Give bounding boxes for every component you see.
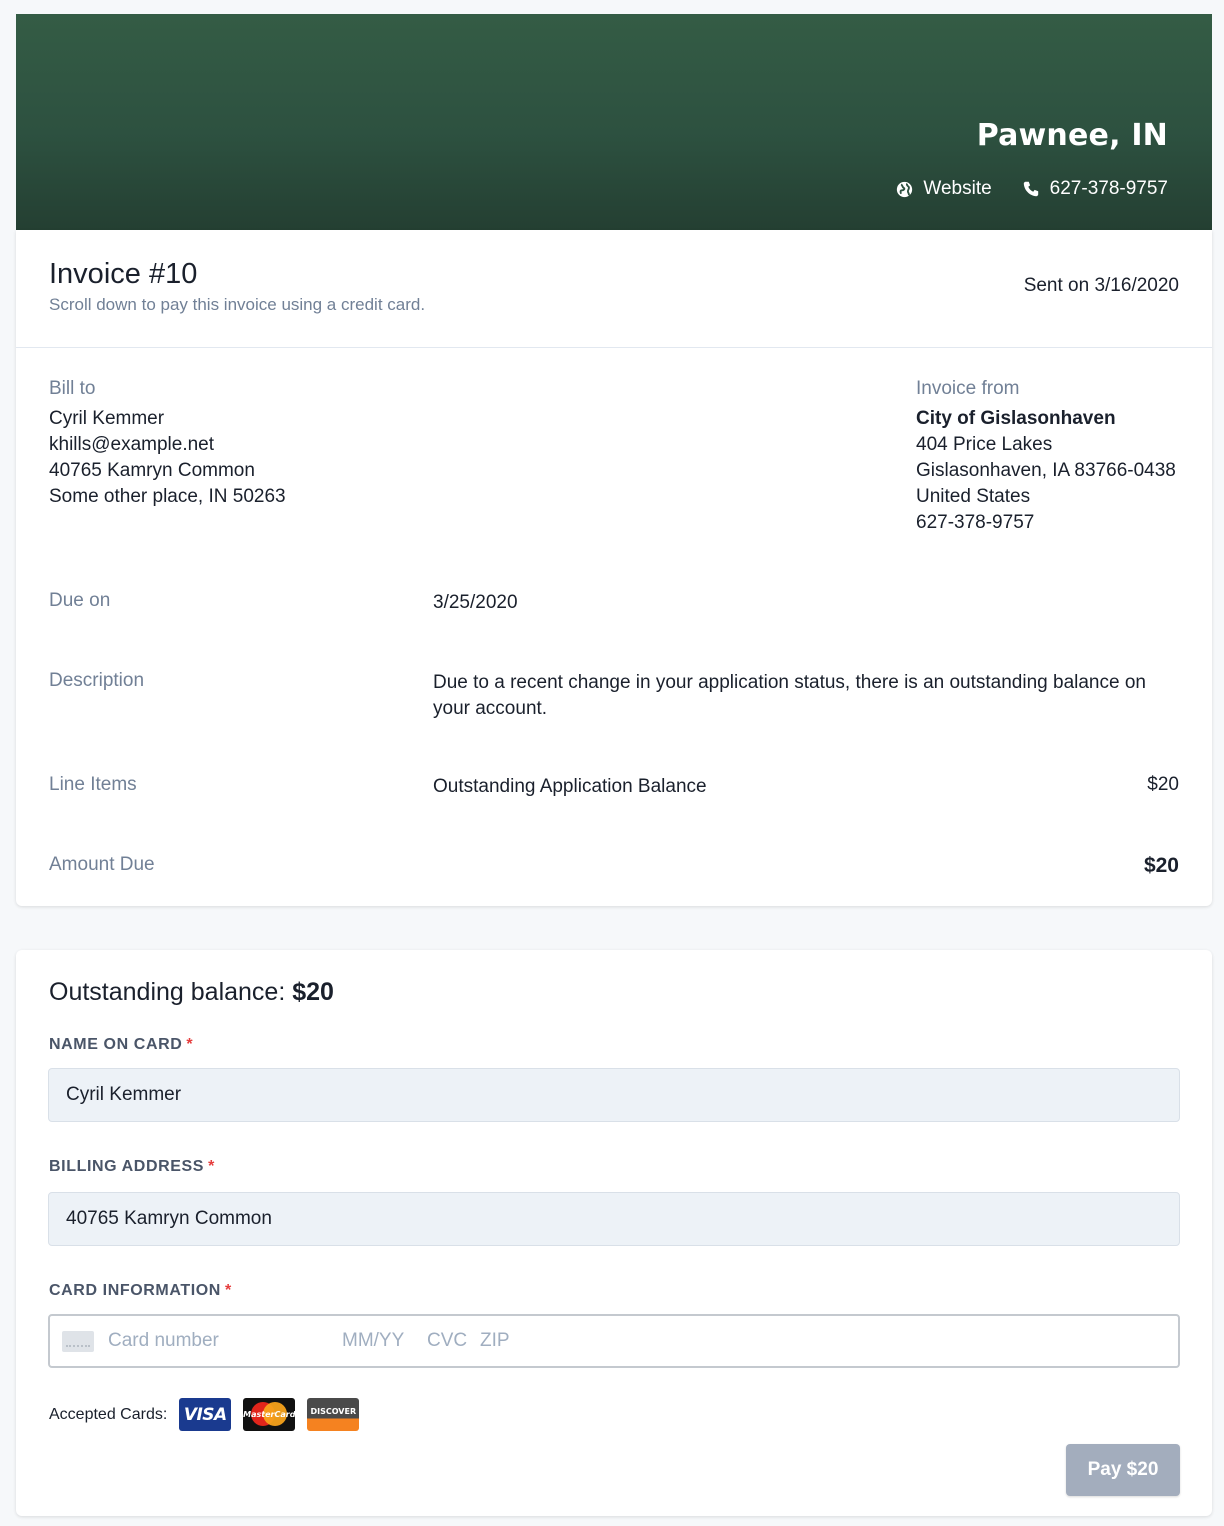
- header-links: Website 627-378-9757: [896, 178, 1168, 200]
- due-on-value: 3/25/2020: [433, 592, 518, 613]
- bill-to-label: Bill to: [49, 378, 96, 399]
- discover-logo-icon: DISCOVER: [307, 1398, 360, 1431]
- accepted-cards: Accepted Cards: VISA MasterCard DISCOVER: [49, 1398, 360, 1431]
- bill-to-address-line2: Some other place, IN 50263: [49, 486, 286, 507]
- line-item-name: Outstanding Application Balance: [433, 776, 707, 797]
- required-mark: *: [208, 1158, 215, 1175]
- invoice-page: Pawnee, IN Website 627-378-9757 Invoice …: [0, 0, 1224, 1526]
- outstanding-balance: Outstanding balance: $20: [49, 978, 334, 1007]
- sent-date: Sent on 3/16/2020: [1023, 275, 1179, 296]
- required-mark: *: [186, 1036, 194, 1053]
- bill-to-email: khills@example.net: [49, 434, 215, 455]
- description-label: Description: [49, 670, 145, 691]
- invoice-from-phone: 627-378-9757: [916, 512, 1035, 533]
- website-label: Website: [923, 178, 992, 199]
- invoice-subtitle: Scroll down to pay this invoice using a …: [49, 295, 426, 314]
- card-expiry-placeholder[interactable]: MM/YY: [342, 1330, 427, 1352]
- name-on-card-value: Cyril Kemmer: [66, 1084, 182, 1105]
- invoice-from-block: Invoice from City of Gislasonhaven 404 P…: [916, 376, 1176, 536]
- phone-icon: [1023, 181, 1038, 197]
- billing-address-label: BILLING ADDRESS *: [49, 1158, 215, 1175]
- amount-due-value: $20: [1143, 854, 1179, 877]
- card-information-label: CARD INFORMATION *: [49, 1282, 232, 1299]
- balance-value: $20: [292, 978, 334, 1006]
- invoice-from-address-line2: Gislasonhaven, IA 83766-0438: [916, 460, 1176, 481]
- invoice-from-address-line1: 404 Price Lakes: [916, 434, 1053, 455]
- billing-address-value: 40765 Kamryn Common: [66, 1208, 272, 1229]
- globe-icon: [897, 181, 913, 197]
- line-items-label: Line Items: [49, 774, 137, 795]
- accepted-cards-label: Accepted Cards:: [49, 1405, 168, 1423]
- visa-logo-icon: VISA: [179, 1398, 232, 1431]
- invoice-card: Invoice #10 Scroll down to pay this invo…: [16, 230, 1212, 906]
- card-number-placeholder[interactable]: Card number: [108, 1330, 342, 1352]
- header-banner: Pawnee, IN Website 627-378-9757: [16, 14, 1212, 230]
- pay-button[interactable]: Pay $20: [1066, 1444, 1180, 1496]
- billing-address-input[interactable]: 40765 Kamryn Common: [48, 1192, 1180, 1246]
- credit-card-icon: [62, 1330, 94, 1352]
- website-link[interactable]: Website: [896, 178, 992, 200]
- bill-to-name: Cyril Kemmer: [49, 408, 165, 429]
- invoice-title: Invoice #10: [49, 258, 198, 290]
- card-zip-placeholder[interactable]: ZIP: [480, 1330, 510, 1352]
- balance-label: Outstanding balance:: [49, 978, 286, 1006]
- bill-to-address-line1: 40765 Kamryn Common: [49, 460, 255, 481]
- card-information-input[interactable]: Card number MM/YY CVC ZIP: [48, 1314, 1180, 1368]
- payment-card: Outstanding balance: $20 NAME ON CARD * C…: [16, 950, 1212, 1516]
- name-on-card-label: NAME ON CARD *: [49, 1036, 194, 1053]
- invoice-from-country: United States: [916, 486, 1031, 507]
- mastercard-logo-icon: MasterCard: [243, 1398, 296, 1431]
- amount-due-label: Amount Due: [49, 854, 155, 875]
- phone-number: 627-378-9757: [1049, 178, 1168, 199]
- invoice-from-name: City of Gislasonhaven: [916, 408, 1116, 429]
- card-cvc-placeholder[interactable]: CVC: [427, 1330, 480, 1352]
- invoice-from-label: Invoice from: [916, 378, 1020, 399]
- invoice-header: Invoice #10 Scroll down to pay this invo…: [16, 230, 1212, 348]
- name-on-card-input[interactable]: Cyril Kemmer: [48, 1068, 1180, 1122]
- required-mark: *: [224, 1282, 232, 1299]
- description-value: Due to a recent change in your applicati…: [433, 672, 1146, 719]
- due-on-label: Due on: [49, 590, 111, 611]
- phone-link[interactable]: 627-378-9757: [1022, 178, 1168, 200]
- line-item-amount: $20: [1147, 774, 1179, 795]
- bill-to-block: Bill to Cyril Kemmer khills@example.net …: [49, 376, 286, 510]
- organization-title: Pawnee, IN: [976, 118, 1168, 153]
